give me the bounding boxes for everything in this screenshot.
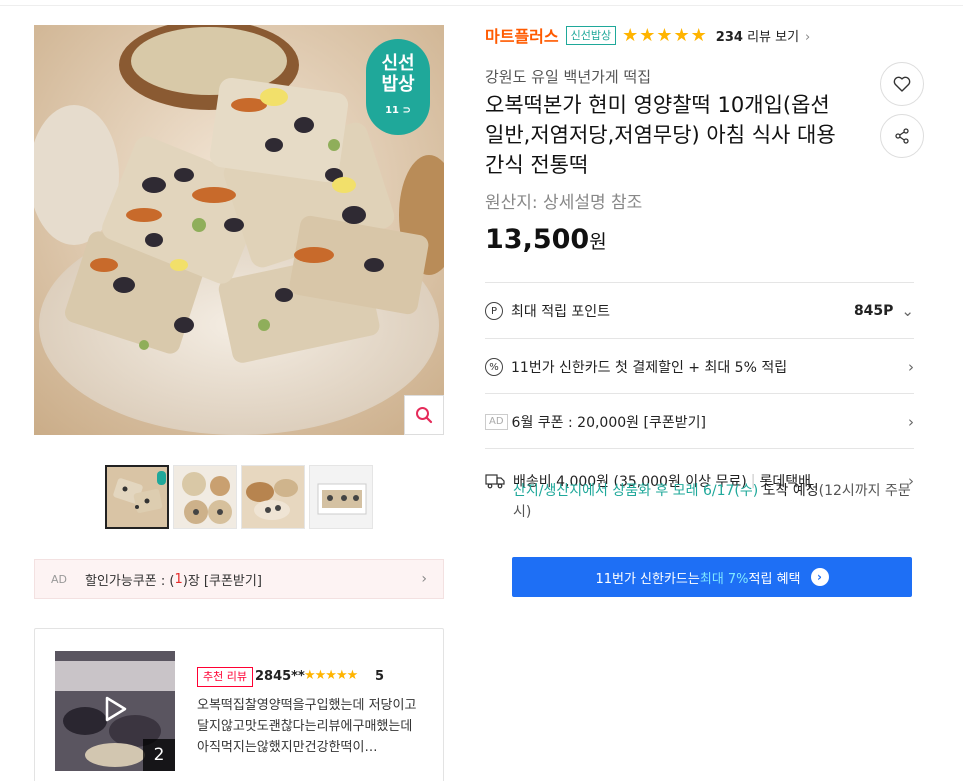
banner-text-after: 적립 혜택 (748, 571, 801, 587)
thumbnail-3[interactable] (241, 465, 305, 529)
thumbnail-list (105, 465, 373, 529)
points-value: 845P (853, 303, 894, 319)
badge-line1: 신선 (381, 53, 415, 74)
review-score: 5 (375, 669, 385, 684)
coupon-bar[interactable]: AD 할인가능쿠폰 : (1)장 [쿠폰받기] › (34, 559, 444, 599)
thumbnail-4[interactable] (309, 465, 373, 529)
store-tag: 신선밥상 (565, 25, 617, 45)
main-product-image[interactable]: 신선 밥상 11 ⊃ (34, 25, 444, 435)
share-icon (895, 128, 909, 144)
coupon-text-before: 할인가능쿠폰 : ( (85, 573, 175, 589)
store-name[interactable]: 마트플러스 (485, 23, 559, 47)
search-icon (416, 407, 433, 424)
thumbnail-2[interactable] (173, 465, 237, 529)
review-stars: ★★★★★ (304, 668, 358, 683)
card-discount-row[interactable]: % 11번가 신한카드 첫 결제할인 + 최대 5% 적립 › (485, 338, 914, 393)
chevron-down-icon: ⌄ (901, 302, 914, 320)
banner-highlight: 최대 7% (699, 571, 749, 587)
review-link[interactable]: 234 리뷰 보기 › (716, 26, 810, 45)
review-video-thumbnail[interactable]: 2 (55, 651, 175, 771)
zoom-button[interactable] (404, 395, 444, 435)
review-media-count: 2 (143, 739, 175, 771)
share-button[interactable] (880, 114, 924, 158)
heart-icon (893, 76, 911, 92)
points-row[interactable]: P 최대 적립 포인트 845P ⌄ (485, 282, 914, 338)
like-button[interactable] (880, 62, 924, 106)
rating-stars: ★★★★★ (622, 24, 708, 46)
truck-icon (485, 474, 505, 489)
card-discount-label: 11번가 신한카드 첫 결제할인 + 최대 5% 적립 (511, 360, 788, 376)
review-card[interactable]: 2 추천 리뷰 2845** ★★★★★ 5 오복떡집찰영양떡을구입했는데 저당… (34, 628, 444, 781)
seller-line: 강원도 유일 백년가게 떡집 (485, 68, 652, 86)
chevron-right-icon: › (908, 413, 914, 431)
product-title: 오복떡본가 현미 영양찰떡 10개입(옵션 일반,저염저당,저염무당) 아침 식… (485, 93, 836, 177)
june-coupon-label: 6월 쿠폰 : 20,000원 [쿠폰받기] (511, 415, 706, 431)
ad-label: AD (51, 572, 67, 586)
play-icon (105, 696, 127, 722)
ad-label: AD (485, 414, 508, 430)
delivery-estimate: 산지/생산지에서 상품화 후 모레 6/17(수) 도착 예정(12시까지 주문… (513, 483, 911, 520)
coupon-count: 1 (174, 571, 183, 587)
percent-icon: % (485, 358, 503, 376)
recommended-review-badge: 추천 리뷰 (197, 667, 253, 687)
top-divider (0, 0, 963, 6)
arrow-right-icon: › (810, 568, 829, 586)
chevron-right-icon: › (908, 358, 914, 376)
origin-info: 원산지: 상세설명 참조 (485, 193, 643, 213)
points-label: 최대 적립 포인트 (511, 304, 611, 320)
badge-line2: 밥상 (381, 74, 415, 95)
banner-text-before: 11번가 신한카드는 (595, 571, 700, 587)
fresh-table-badge: 신선 밥상 11 ⊃ (366, 39, 430, 135)
store-row: 마트플러스 신선밥상 ★★★★★ 234 리뷰 보기 › (485, 23, 810, 47)
review-text: 오복떡집찰영양떡을구입했는데 저당이고 달지않고맛도괜찮다는리뷰에구매했는데 아… (197, 698, 417, 755)
june-coupon-row[interactable]: AD 6월 쿠폰 : 20,000원 [쿠폰받기] › (485, 393, 914, 448)
card-benefit-banner[interactable]: 11번가 신한카드는 최대 7% 적립 혜택 › (512, 557, 912, 597)
chevron-right-icon: › (421, 571, 427, 587)
shipping-row[interactable]: 배송비 4,000원 (35,000원 이상 무료) | 롯데택배 › 산지/생… (485, 448, 914, 548)
eleven-logo-icon: 11 ⊃ (385, 105, 411, 116)
thumbnail-1[interactable] (105, 465, 169, 529)
chevron-right-icon: › (805, 29, 811, 45)
product-price: 13,500원 (485, 224, 607, 255)
review-user: 2845** (255, 669, 305, 684)
point-icon: P (485, 302, 503, 320)
coupon-text-after: )장 [쿠폰받기] (182, 573, 262, 589)
